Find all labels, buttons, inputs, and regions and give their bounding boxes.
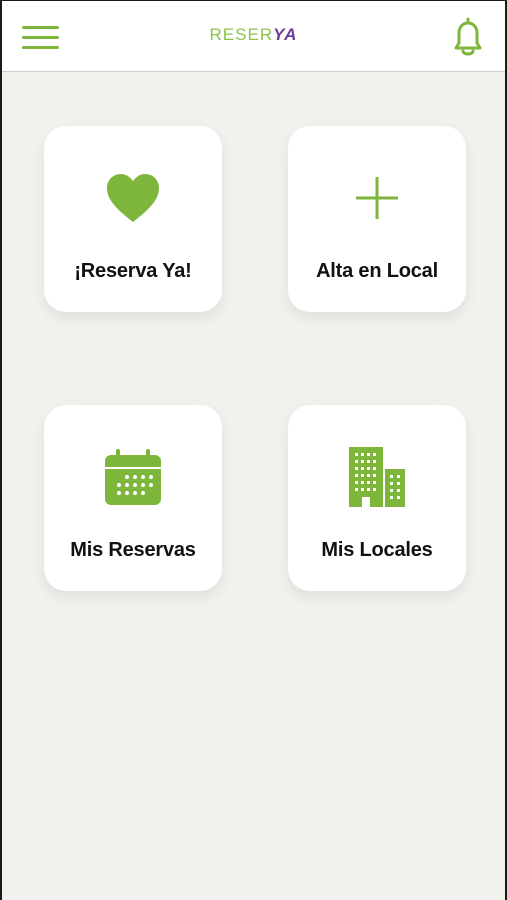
tile-mis-locales[interactable]: Mis Locales: [288, 405, 466, 591]
calendar-icon: [105, 449, 161, 505]
hamburger-icon-line: [22, 46, 59, 49]
tile-label: Mis Locales: [321, 539, 433, 561]
tile-label: Alta en Local: [316, 260, 438, 282]
app-logo: RESERYA: [0, 25, 507, 45]
logo-text-ya: YA: [273, 25, 298, 44]
tile-icon-wrap: [44, 447, 222, 507]
tile-icon-wrap: [288, 447, 466, 507]
tile-icon-wrap: [288, 168, 466, 228]
plus-icon: [356, 177, 398, 219]
logo-text-reser: RESER: [209, 25, 274, 44]
app-header: RESERYA: [0, 0, 507, 72]
tile-label: Mis Reservas: [70, 539, 196, 561]
tile-alta-en-local[interactable]: Alta en Local: [288, 126, 466, 312]
tile-reserva-ya[interactable]: ¡Reserva Ya!: [44, 126, 222, 312]
tile-mis-reservas[interactable]: Mis Reservas: [44, 405, 222, 591]
tile-icon-wrap: [44, 168, 222, 228]
heart-icon: [107, 174, 159, 222]
notification-button[interactable]: [448, 16, 488, 60]
tile-label: ¡Reserva Ya!: [74, 260, 192, 282]
building-icon: [349, 447, 405, 507]
bell-icon: [454, 17, 482, 56]
